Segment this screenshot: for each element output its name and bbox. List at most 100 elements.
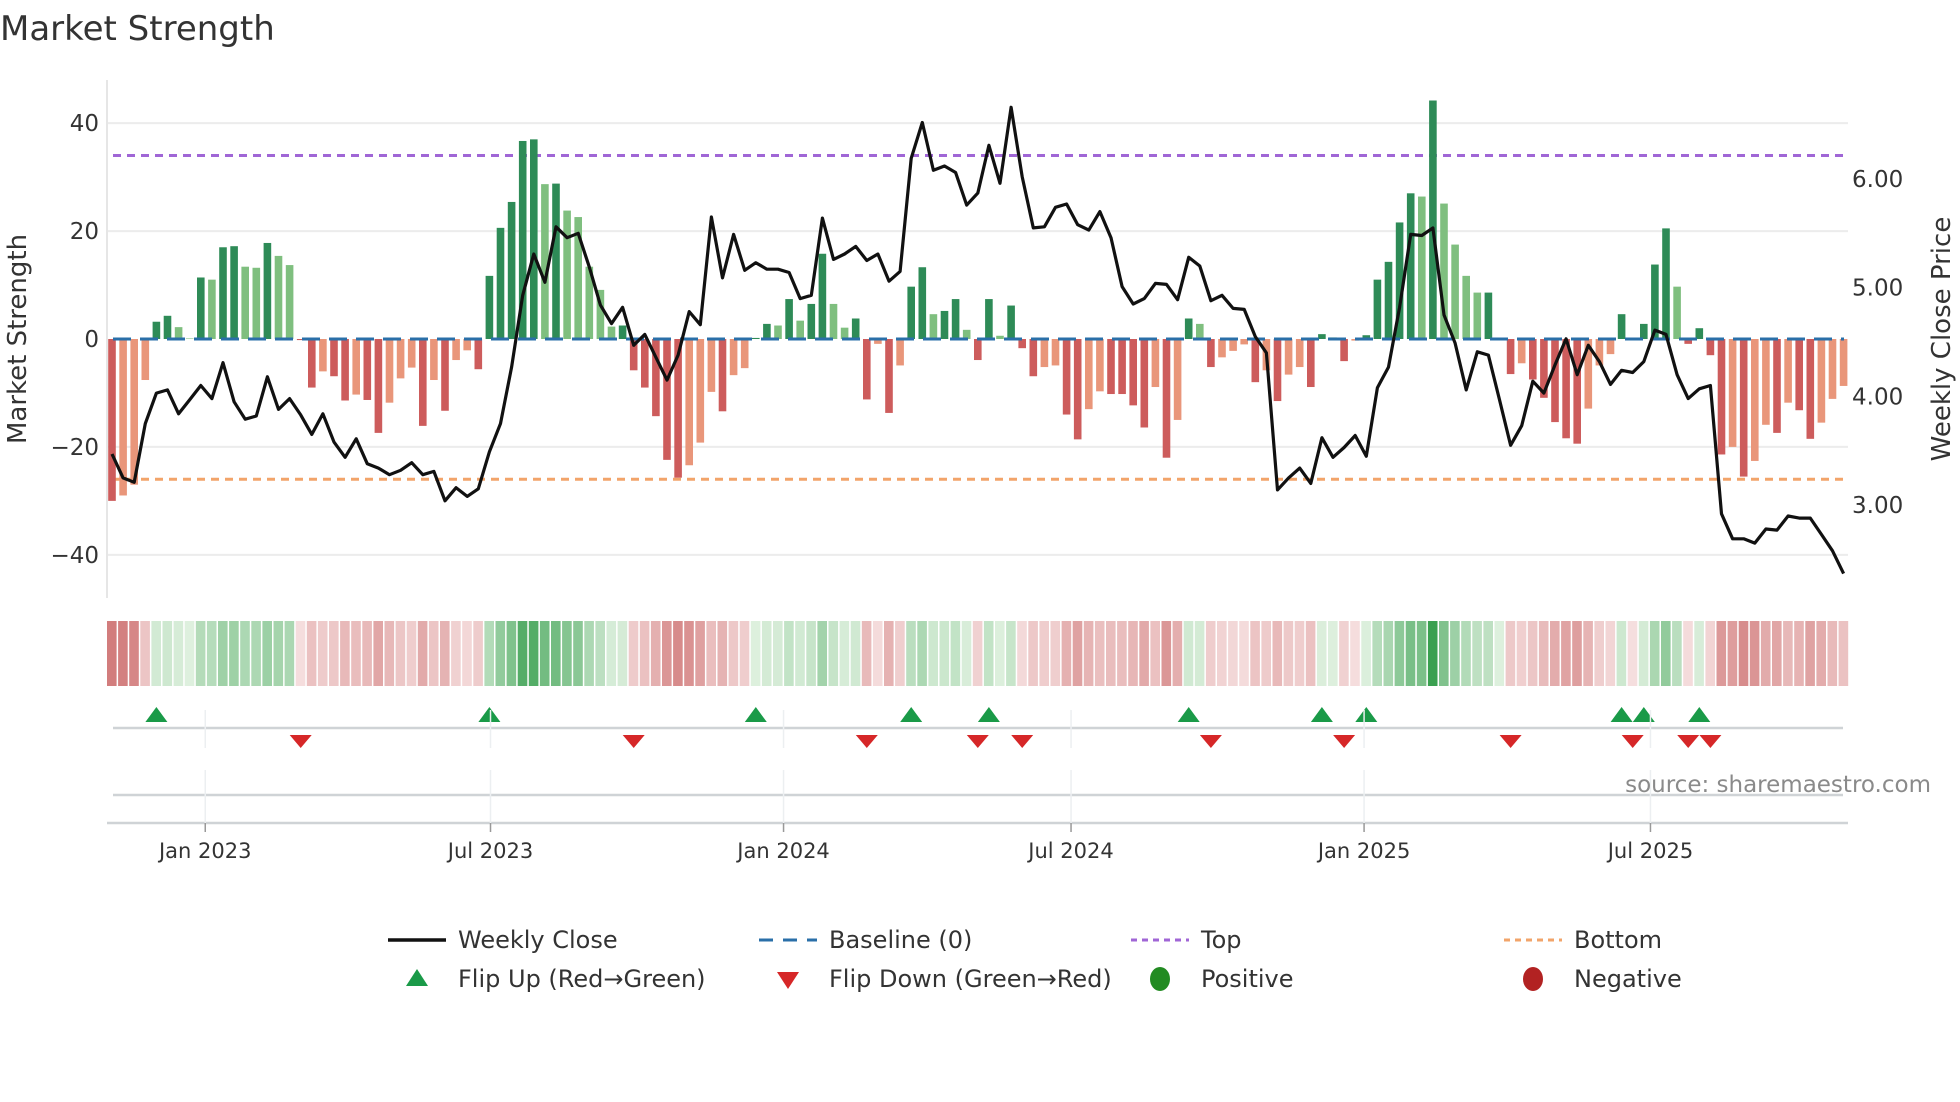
heat-cell (817, 621, 827, 686)
strength-bar (485, 275, 494, 339)
strength-bar (241, 266, 249, 339)
heat-cell (1760, 621, 1771, 686)
heat-cell (1217, 621, 1227, 686)
heat-cell (417, 621, 428, 686)
strength-bar (1484, 292, 1493, 339)
circle-icon (1150, 967, 1170, 991)
heat-cell (1538, 621, 1549, 686)
strength-bar (1162, 339, 1171, 458)
heat-cell (795, 621, 805, 686)
strength-bar (896, 339, 904, 366)
heat-cell (1150, 621, 1160, 686)
heat-cell (1117, 621, 1127, 686)
strength-bar (330, 339, 338, 377)
heat-cell (828, 621, 839, 686)
heat-cell (462, 621, 472, 686)
legend-item: Baseline (0) (759, 926, 972, 954)
heat-cell (684, 621, 694, 686)
flip-up-marker (145, 707, 168, 722)
heat-cell (706, 621, 716, 686)
heat-cell (1716, 621, 1727, 686)
y-axis-label: Market Strength (3, 234, 33, 444)
legend-label: Weekly Close (458, 926, 618, 954)
strength-bar (829, 303, 838, 339)
flip-down-marker (855, 735, 878, 748)
flip-up-marker (977, 707, 1000, 722)
flip-down-marker (1621, 735, 1644, 748)
flip-down-marker (966, 735, 989, 748)
heat-cell (1239, 621, 1249, 686)
y2-tick-label: 4.00 (1852, 384, 1903, 410)
x-tick-label: Jul 2024 (1026, 839, 1113, 863)
strength-bar (1506, 339, 1515, 375)
strength-bar (230, 246, 238, 339)
strength-bar (1517, 339, 1526, 364)
strength-bar (1218, 339, 1226, 358)
flip-up-marker (1632, 707, 1655, 722)
strength-bar (796, 320, 804, 339)
heat-cell (806, 621, 816, 686)
strength-bar (252, 267, 261, 339)
heat-cell (1738, 621, 1749, 686)
flip-down-marker (289, 735, 312, 748)
heat-cell (1805, 621, 1815, 686)
heat-cell (473, 621, 483, 686)
strength-bar (1651, 264, 1659, 339)
heat-cell (595, 621, 605, 686)
strength-bar (1429, 100, 1437, 339)
strength-bar (463, 339, 471, 351)
strength-bar (774, 325, 782, 339)
strength-bar (263, 242, 272, 339)
strength-bar (319, 339, 327, 372)
strength-bar (1784, 339, 1792, 403)
heat-cell (917, 621, 927, 686)
heat-cell (1472, 621, 1482, 686)
heat-cell (739, 621, 750, 686)
strength-bar (274, 255, 283, 339)
legend-label: Baseline (0) (829, 926, 972, 954)
heat-cell (1294, 621, 1305, 686)
heat-cell (140, 621, 150, 686)
y2-tick-label: 3.00 (1852, 493, 1903, 519)
heat-cell (972, 621, 983, 686)
heat-cell (262, 621, 272, 686)
heat-cell (528, 621, 539, 686)
x-axis: Jan 2023 Jul 2023 Jan 2024 Jul 2024 Jan 2025… (107, 710, 1848, 863)
strength-bar (1107, 339, 1115, 395)
heat-cell (1594, 621, 1604, 686)
heat-cell (517, 621, 528, 686)
strength-bar (618, 325, 627, 339)
heat-cell (950, 621, 961, 686)
strength-bar (1051, 339, 1060, 366)
strength-bar (1173, 339, 1182, 420)
heat-cell (1228, 621, 1238, 686)
heat-cell (1183, 621, 1194, 686)
heat-cell (983, 621, 994, 686)
strength-bar (1273, 339, 1282, 402)
x-tick-label: Jul 2023 (446, 839, 533, 863)
strength-bar (1462, 275, 1470, 339)
heat-cell (673, 621, 683, 686)
heat-cell (1339, 621, 1349, 686)
strength-bar (141, 339, 150, 381)
strength-bar (441, 339, 449, 411)
heat-cell (1416, 621, 1427, 686)
heat-cell (1683, 621, 1693, 686)
heat-cell (872, 621, 883, 686)
heat-cell (218, 621, 228, 686)
heat-cell (395, 621, 406, 686)
strength-bar (818, 253, 827, 339)
strength-bar (507, 201, 516, 339)
heat-cell (1361, 621, 1371, 686)
strength-bar (1473, 292, 1482, 339)
heat-cell (1572, 621, 1582, 686)
flip-up-marker (1177, 707, 1200, 722)
heat-cell (1461, 621, 1471, 686)
heat-cell (1627, 621, 1638, 686)
heat-cell (728, 621, 739, 686)
heat-cell (1328, 621, 1338, 686)
legend-item: Bottom (1504, 926, 1662, 954)
heat-cell (484, 621, 494, 686)
heat-cell (1516, 621, 1527, 686)
strength-bar (752, 337, 760, 339)
